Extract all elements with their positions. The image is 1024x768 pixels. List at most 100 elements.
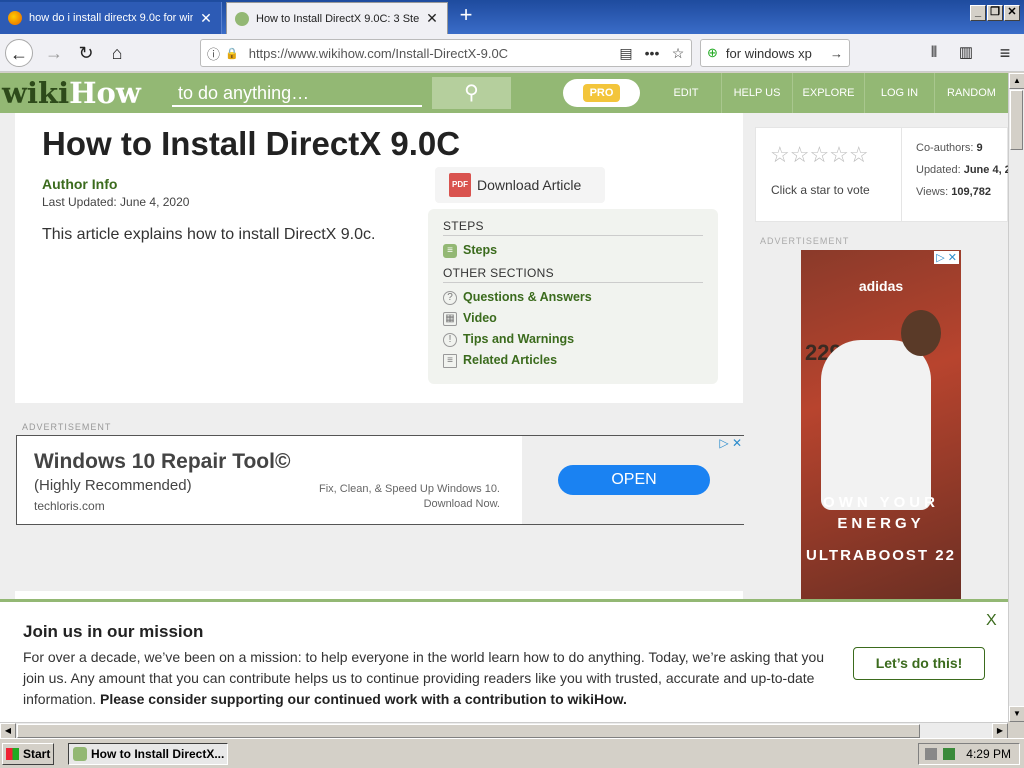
wikihow-favicon-icon bbox=[235, 11, 249, 26]
ad-open-button[interactable]: OPEN bbox=[558, 465, 710, 495]
ad-title[interactable]: Windows 10 Repair Tool© bbox=[34, 450, 290, 474]
nav-explore[interactable]: EXPLORE bbox=[792, 73, 864, 113]
wikihow-search-button[interactable]: ⚲ bbox=[432, 77, 511, 109]
tab-title: how do i install directx 9.0c for window… bbox=[29, 12, 193, 24]
ad-choices-icon[interactable]: ▷ ✕ bbox=[719, 436, 742, 450]
contribute-button[interactable]: Let’s do this! bbox=[853, 647, 985, 680]
ad-subtitle: (Highly Recommended) bbox=[34, 477, 192, 494]
side-ad[interactable]: ▷ ✕ adidas 229 OWN YOUR ENERGY ULTRABOOS… bbox=[801, 250, 961, 600]
restore-button[interactable]: ❐ bbox=[987, 5, 1003, 21]
toc-item-label: Questions & Answers bbox=[463, 290, 592, 304]
ad-banner[interactable]: Windows 10 Repair Tool© (Highly Recommen… bbox=[16, 435, 744, 525]
search-go-icon[interactable]: → bbox=[830, 46, 843, 61]
search-icon: ⚲ bbox=[464, 82, 479, 104]
toc-item-label: Tips and Warnings bbox=[463, 332, 575, 346]
nav-edit[interactable]: EDIT bbox=[651, 73, 721, 113]
vertical-scrollbar[interactable]: ▲ ▼ bbox=[1008, 73, 1024, 722]
coauthors-meta: Co-authors: 9 bbox=[916, 142, 983, 154]
nav-help-us[interactable]: HELP US bbox=[721, 73, 792, 113]
browser-tab-article[interactable]: How to Install DirectX 9.0C: 3 Steps ✕ bbox=[226, 2, 448, 34]
close-banner-button[interactable]: X bbox=[986, 612, 997, 630]
horizontal-scroll-thumb[interactable] bbox=[17, 724, 920, 738]
home-icon[interactable]: ⌂ bbox=[103, 39, 131, 67]
athlete-image bbox=[821, 340, 931, 510]
keyboard-icon[interactable] bbox=[925, 748, 937, 760]
updated-value: June 4, 2020 bbox=[963, 164, 1008, 176]
sidebar-toggle-icon[interactable]: ▥ bbox=[952, 39, 980, 67]
search-engine-icon[interactable]: ⊕ bbox=[707, 45, 718, 61]
toc-steps-heading: STEPS bbox=[443, 219, 703, 236]
article-card: How to Install DirectX 9.0C Author Info … bbox=[15, 113, 743, 403]
pdf-icon: PDF bbox=[449, 173, 471, 197]
library-icon[interactable]: ⫴ bbox=[920, 39, 948, 67]
toc-item-tips[interactable]: ! Tips and Warnings bbox=[443, 329, 703, 350]
task-label: How to Install DirectX... bbox=[91, 747, 225, 761]
start-label: Start bbox=[23, 747, 51, 761]
last-updated: Last Updated: June 4, 2020 bbox=[42, 195, 190, 209]
toc-item-label: Video bbox=[463, 311, 497, 325]
vertical-scroll-thumb[interactable] bbox=[1010, 90, 1023, 150]
rating-stars[interactable]: ☆☆☆☆☆ bbox=[770, 142, 869, 168]
pro-button[interactable]: PRO bbox=[563, 79, 640, 107]
mission-title: Join us in our mission bbox=[23, 622, 204, 641]
search-input[interactable]: for windows xp bbox=[726, 46, 830, 61]
taskbar-window-button[interactable]: How to Install DirectX... bbox=[68, 743, 228, 765]
system-tray: 4:29 PM bbox=[918, 743, 1020, 765]
url-text[interactable]: https://www.wikihow.com/Install-DirectX-… bbox=[249, 46, 613, 61]
ad-domain[interactable]: techloris.com bbox=[34, 499, 105, 513]
wikihow-logo[interactable]: wikiHow bbox=[2, 77, 141, 109]
scroll-right-icon[interactable]: ▶ bbox=[992, 723, 1008, 739]
download-article-button[interactable]: PDF Download Article bbox=[435, 167, 605, 203]
reload-button[interactable]: ↻ bbox=[72, 39, 100, 67]
close-window-button[interactable]: ✕ bbox=[1004, 5, 1020, 21]
scroll-left-icon[interactable]: ◀ bbox=[0, 723, 16, 739]
download-label: Download Article bbox=[477, 177, 582, 193]
nav-random[interactable]: RANDOM bbox=[934, 73, 1008, 113]
back-button[interactable]: ← bbox=[5, 39, 33, 67]
scroll-up-icon[interactable]: ▲ bbox=[1009, 73, 1024, 89]
ad-description: Fix, Clean, & Speed Up Windows 10. Downl… bbox=[319, 483, 500, 510]
toc-other-heading: OTHER SECTIONS bbox=[443, 266, 703, 283]
nav-log-in[interactable]: LOG IN bbox=[864, 73, 934, 113]
adidas-logo: adidas bbox=[858, 278, 904, 294]
browser-window-icon bbox=[73, 747, 87, 761]
close-tab-icon[interactable]: ✕ bbox=[425, 10, 439, 27]
forward-button[interactable]: → bbox=[40, 39, 68, 67]
url-bar[interactable]: ⓘ 🔒 https://www.wikihow.com/Install-Dire… bbox=[200, 39, 692, 67]
toc-item-video[interactable]: ▦ Video bbox=[443, 308, 703, 329]
menu-icon[interactable]: ≡ bbox=[991, 39, 1019, 67]
toc-item-label: Steps bbox=[463, 243, 498, 257]
close-tab-icon[interactable]: ✕ bbox=[199, 10, 213, 27]
updated-meta: Updated: June 4, 2020 bbox=[916, 164, 1008, 176]
toc-item-related[interactable]: ≡ Related Articles bbox=[443, 350, 703, 371]
bookmark-star-icon[interactable]: ☆ bbox=[665, 45, 691, 62]
logo-how: How bbox=[69, 76, 141, 110]
wikihow-header: wikiHow to do anything… ⚲ PRO EDIT HELP … bbox=[0, 73, 1008, 113]
search-bar[interactable]: ⊕ for windows xp → bbox=[700, 39, 850, 67]
toc-item-questions[interactable]: ? Questions & Answers bbox=[443, 287, 703, 308]
wikihow-search-input[interactable]: to do anything… bbox=[172, 79, 422, 107]
new-tab-button[interactable]: + bbox=[454, 4, 478, 28]
ad-line-3: ULTRABOOST 22 bbox=[806, 547, 956, 564]
browser-tab-search[interactable]: how do i install directx 9.0c for window… bbox=[0, 2, 222, 34]
rating-card: ☆☆☆☆☆ Click a star to vote Co-authors: 9… bbox=[755, 127, 1008, 222]
network-icon[interactable] bbox=[943, 748, 955, 760]
article-intro: This article explains how to install Dir… bbox=[42, 226, 376, 243]
horizontal-scrollbar[interactable]: ◀ ▶ bbox=[0, 722, 1008, 739]
toc-item-steps[interactable]: ≡ Steps bbox=[443, 240, 703, 261]
toc-item-label: Related Articles bbox=[463, 353, 558, 367]
question-icon: ? bbox=[443, 290, 457, 305]
page-actions-icon[interactable]: ••• bbox=[639, 45, 665, 61]
minimize-button[interactable]: _ bbox=[970, 5, 986, 21]
ad-choices-icon[interactable]: ▷ ✕ bbox=[934, 251, 959, 264]
start-button[interactable]: Start bbox=[2, 743, 54, 765]
lock-icon[interactable]: 🔒 bbox=[225, 47, 239, 60]
ad-line-1: OWN YOUR bbox=[823, 494, 939, 511]
info-icon[interactable]: ⓘ bbox=[207, 44, 220, 63]
author-info-link[interactable]: Author Info bbox=[42, 176, 117, 192]
reader-view-icon[interactable]: ▤ bbox=[613, 45, 639, 62]
scroll-down-icon[interactable]: ▼ bbox=[1009, 706, 1024, 722]
advertisement-label: ADVERTISEMENT bbox=[22, 422, 112, 432]
clock: 4:29 PM bbox=[966, 747, 1011, 761]
browser-tab-strip: how do i install directx 9.0c for window… bbox=[0, 0, 1024, 34]
